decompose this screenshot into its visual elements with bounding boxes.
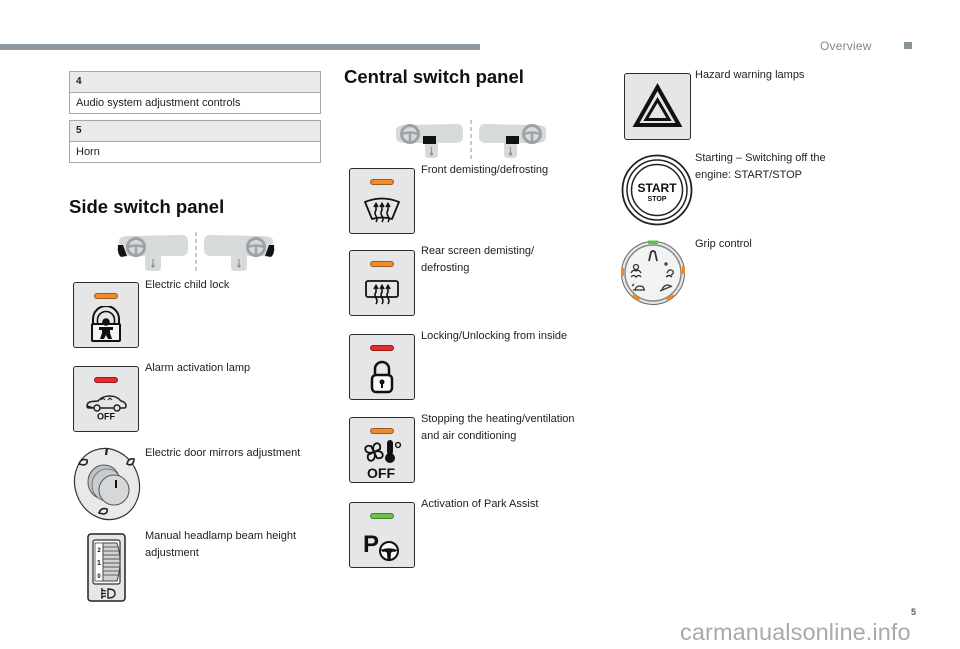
headlamp-height-wheel-icon: 2 1 0 [87,533,126,602]
dashboard-side-location-icon [117,232,275,272]
watermark: carmanualsonline.info [680,619,911,645]
door-mirror-label: Electric door mirrors adjustment [145,447,301,459]
indicator-lamp [370,513,394,519]
central-switch-panel-title: Central switch panel [344,66,524,87]
end-marker-icon [904,42,912,49]
dashboard-left-half [117,235,188,271]
climate-off-switch: OFF [349,417,415,483]
indicator-lamp [94,293,118,299]
grip-mode-marker [682,266,685,274]
table-label: Audio system adjustment controls [70,93,320,113]
alarm-switch: OFF [73,366,139,432]
park-assist-icon: P [363,531,399,561]
door-mirror-dial-icon [73,447,141,521]
rear-demist-switch [349,250,415,316]
park-assist-letter: P [363,531,379,558]
dashboard-right-half [479,124,546,158]
grip-mode-marker [621,268,624,276]
climate-off-label: Stopping the heating/ventilation and air… [421,413,575,442]
start-text: START [637,181,677,195]
rear-demist-icon [365,280,399,305]
fan-icon [364,442,384,462]
front-demist-icon [364,197,400,223]
table-number: 4 [70,72,320,93]
front-demist-switch [349,168,415,234]
table-item-5: 5 Horn [69,120,321,163]
indicator-lamp [370,428,394,434]
grip-mode-marker-active [648,240,658,244]
dashboard-central-location-icon [396,120,546,160]
park-assist-label: Activation of Park Assist [421,498,539,510]
scale-mark: 1 [97,560,101,567]
stop-text: STOP [648,196,667,203]
table-label: Horn [70,142,320,162]
table-item-4: 4 Audio system adjustment controls [69,71,321,114]
climate-off-text: OFF [367,465,395,481]
indicator-lamp [94,377,118,383]
section-title: Overview [820,39,872,53]
lock-icon [370,360,394,394]
start-stop-button-icon: START STOP [621,154,693,226]
side-switch-panel-title: Side switch panel [69,196,225,217]
fan-thermometer-off-icon: OFF [364,440,402,481]
child-lock-icon [91,306,121,342]
hazard-triangle-icon [632,82,683,127]
hazard-label: Hazard warning lamps [695,69,805,81]
child-lock-switch [73,282,139,348]
page-number: 5 [911,607,917,617]
central-lock-label: Locking/Unlocking from inside [421,330,568,342]
grip-control-label: Grip control [695,238,752,250]
front-demist-label: Front demisting/defrosting [421,164,549,176]
grip-control-dial-icon [621,240,685,305]
dashboard-right-half [204,235,275,271]
table-number: 5 [70,121,320,142]
indicator-lamp [370,179,394,185]
indicator-lamp [370,261,394,267]
central-lock-switch [349,334,415,400]
alarm-off-text: OFF [97,412,115,422]
child-lock-label: Electric child lock [145,279,230,291]
park-assist-switch: P [349,502,415,568]
rear-demist-label: Rear screen demisting/ defrosting [421,245,535,274]
alarm-off-icon: OFF [86,395,127,422]
headlamp-label: Manual headlamp beam height adjustment [145,530,297,559]
hazard-switch [624,73,691,140]
header-bar [0,44,480,50]
thermometer-icon [387,440,393,455]
dashboard-left-half [396,124,463,158]
alarm-label: Alarm activation lamp [145,362,251,374]
start-stop-label: Starting – Switching off the engine: STA… [695,152,826,181]
indicator-lamp [370,345,394,351]
